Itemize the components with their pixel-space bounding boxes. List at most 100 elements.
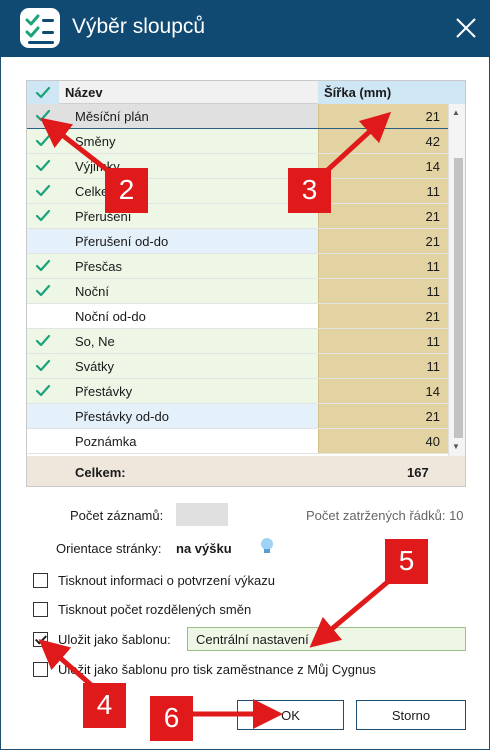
- row-name: Přestávky od-do: [75, 409, 169, 424]
- records-count-field: [176, 503, 228, 526]
- records-label: Počet záznamů:: [70, 508, 164, 523]
- row-name: Noční: [75, 284, 109, 299]
- row-width-cell[interactable]: 11: [318, 254, 448, 278]
- print-split-shifts-label[interactable]: Tisknout počet rozdělených směn: [58, 602, 251, 617]
- header-check-all[interactable]: [27, 81, 59, 104]
- row-checkbox[interactable]: [27, 279, 59, 303]
- table-row[interactable]: Přerušení od-do 21: [27, 229, 448, 254]
- row-width-cell[interactable]: 21: [318, 304, 448, 328]
- row-checkbox[interactable]: [27, 154, 59, 178]
- table-row[interactable]: Měsíční plán 21: [27, 104, 448, 129]
- ok-button[interactable]: OK: [237, 700, 344, 730]
- print-confirmation-label[interactable]: Tisknout informaci o potvrzení výkazu: [58, 573, 275, 588]
- row-width-value: 11: [426, 184, 441, 199]
- row-width-value: 11: [426, 284, 441, 299]
- row-width-value: 21: [425, 209, 440, 224]
- column-header-name[interactable]: Název: [65, 85, 103, 100]
- header-corner: [448, 81, 465, 104]
- total-value: 167: [407, 465, 429, 480]
- save-as-template-label[interactable]: Uložit jako šablonu:: [58, 632, 171, 647]
- check-icon: [35, 209, 51, 222]
- row-width-cell[interactable]: 21: [318, 104, 448, 128]
- row-width-cell[interactable]: 21: [318, 229, 448, 253]
- check-icon: [35, 384, 51, 397]
- title-bar: Výběr sloupců: [0, 0, 490, 57]
- annotation-badge-5: 5: [385, 539, 428, 584]
- table-row[interactable]: Přestávky 14: [27, 379, 448, 404]
- row-width-value: 14: [425, 159, 440, 174]
- row-width-cell[interactable]: 21: [318, 404, 448, 428]
- save-template-employee-label[interactable]: Uložit jako šablonu pro tisk zaměstnance…: [58, 662, 376, 677]
- row-width-cell[interactable]: 11: [318, 329, 448, 353]
- row-width-value: 21: [425, 109, 440, 124]
- columns-grid: Název Šířka (mm) Měsíční plán 21 Směny 42 Vý…: [26, 80, 466, 487]
- table-row[interactable]: Svátky 11: [27, 354, 448, 379]
- check-icon: [35, 184, 51, 197]
- row-checkbox[interactable]: [27, 179, 59, 203]
- row-checkbox[interactable]: [27, 404, 59, 428]
- scroll-up-icon[interactable]: ▲: [452, 108, 460, 117]
- cancel-button[interactable]: Storno: [356, 700, 466, 730]
- check-icon: [35, 86, 51, 99]
- check-icon: [35, 109, 51, 122]
- print-confirmation-checkbox[interactable]: [33, 573, 48, 588]
- row-width-cell[interactable]: 40: [318, 429, 448, 453]
- table-row[interactable]: Celkem 11: [27, 179, 448, 204]
- row-checkbox[interactable]: [27, 204, 59, 228]
- row-width-cell[interactable]: 21: [318, 204, 448, 228]
- vertical-scrollbar[interactable]: ▲ ▼: [448, 104, 465, 456]
- table-row[interactable]: Poznámka 40: [27, 429, 448, 454]
- close-button[interactable]: [448, 10, 484, 46]
- row-width-cell[interactable]: 14: [318, 379, 448, 403]
- scroll-down-icon[interactable]: ▼: [452, 442, 460, 451]
- row-width-value: 21: [425, 409, 440, 424]
- table-row[interactable]: Směny 42: [27, 129, 448, 154]
- row-checkbox[interactable]: [27, 129, 59, 153]
- row-width-cell[interactable]: 42: [318, 129, 448, 153]
- row-checkbox[interactable]: [27, 329, 59, 353]
- print-split-shifts-checkbox[interactable]: [33, 602, 48, 617]
- row-width-cell[interactable]: 11: [318, 179, 448, 203]
- row-width-value: 40: [425, 434, 440, 449]
- grid-header: Název Šířka (mm): [27, 81, 465, 104]
- row-width-value: 14: [425, 384, 440, 399]
- scroll-thumb[interactable]: [454, 158, 463, 438]
- template-name-input[interactable]: Centrální nastavení: [187, 627, 466, 651]
- orientation-value[interactable]: na výšku: [176, 541, 232, 556]
- row-width-cell[interactable]: 14: [318, 154, 448, 178]
- save-as-template-checkbox[interactable]: [33, 632, 48, 647]
- row-width-value: 11: [426, 259, 441, 274]
- table-row[interactable]: Přerušení 21: [27, 204, 448, 229]
- row-name: Svátky: [75, 359, 115, 374]
- row-width-cell[interactable]: 11: [318, 279, 448, 303]
- table-row[interactable]: Přesčas 11: [27, 254, 448, 279]
- annotation-badge-6: 6: [150, 696, 193, 741]
- orientation-label: Orientace stránky:: [56, 541, 162, 556]
- row-name: So, Ne: [75, 334, 115, 349]
- row-checkbox[interactable]: [27, 229, 59, 253]
- table-row[interactable]: Výjimky 14: [27, 154, 448, 179]
- check-icon: [35, 259, 51, 272]
- row-width-value: 11: [426, 359, 441, 374]
- table-row[interactable]: Noční od-do 21: [27, 304, 448, 329]
- row-name: Přestávky: [75, 384, 133, 399]
- table-row[interactable]: Noční 11: [27, 279, 448, 304]
- save-template-employee-checkbox[interactable]: [33, 662, 48, 677]
- lightbulb-icon[interactable]: [257, 536, 277, 556]
- row-checkbox[interactable]: [27, 254, 59, 278]
- row-name: Poznámka: [75, 434, 137, 449]
- annotation-badge-2: 2: [105, 168, 148, 213]
- row-checkbox[interactable]: [27, 104, 59, 128]
- row-width-cell[interactable]: 11: [318, 354, 448, 378]
- row-name: Noční od-do: [75, 309, 146, 324]
- row-checkbox[interactable]: [27, 429, 59, 453]
- check-icon: [35, 334, 51, 347]
- app-checklist-icon: [20, 8, 60, 48]
- checked-rows-count: Počet zatržených řádků: 10: [306, 508, 464, 523]
- table-row[interactable]: So, Ne 11: [27, 329, 448, 354]
- row-checkbox[interactable]: [27, 354, 59, 378]
- column-header-width[interactable]: Šířka (mm): [318, 81, 448, 104]
- row-checkbox[interactable]: [27, 379, 59, 403]
- table-row[interactable]: Přestávky od-do 21: [27, 404, 448, 429]
- row-checkbox[interactable]: [27, 304, 59, 328]
